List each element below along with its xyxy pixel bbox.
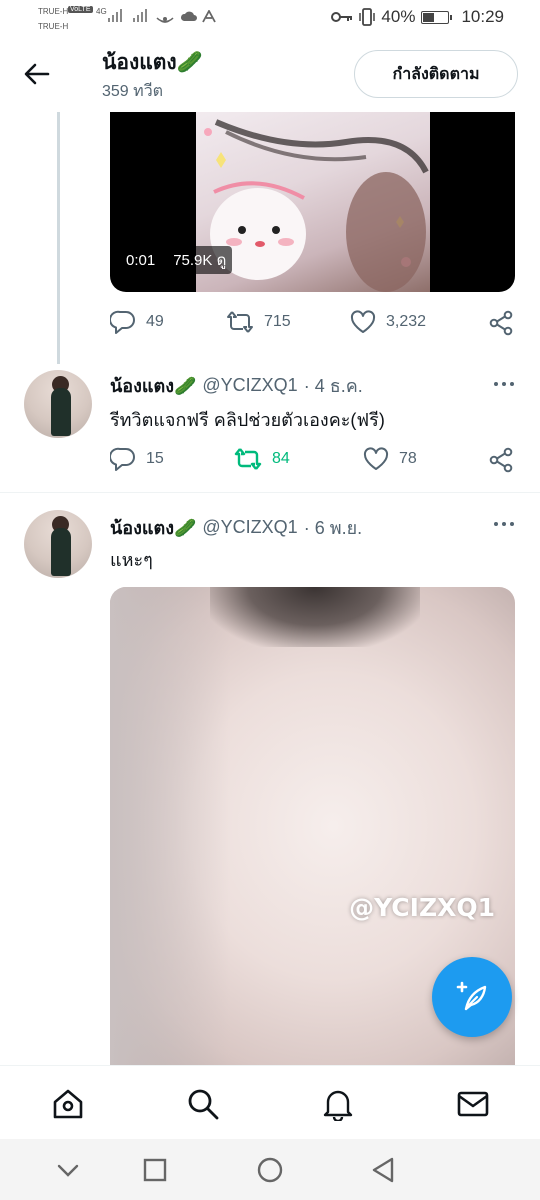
signal-icon	[108, 8, 122, 22]
more-button[interactable]	[494, 522, 514, 526]
photo-hair	[210, 587, 420, 647]
photo-shade	[110, 587, 230, 1065]
chevron-down-icon	[57, 1164, 79, 1177]
share-button[interactable]	[488, 310, 514, 340]
tweet-author-handle: @YCIZXQ1	[202, 517, 298, 537]
battery-icon	[421, 10, 453, 24]
battery-percent: 40%	[381, 7, 416, 26]
like-count: 78	[399, 450, 417, 467]
reply-icon	[110, 310, 135, 334]
status-right: 40% 10:29	[331, 7, 504, 27]
tweet-count: 359 ทวีต	[102, 83, 164, 100]
tweet-header: น้องแตง🥒 @YCIZXQ1 · 6 พ.ย.	[110, 513, 362, 542]
bottom-nav	[0, 1065, 540, 1139]
system-down-button[interactable]	[53, 1155, 83, 1185]
tweet-header: น้องแตง🥒 @YCIZXQ1 · 4 ธ.ค.	[110, 371, 363, 400]
retweet-count: 84	[272, 450, 290, 467]
tweet-1-actions: 15 84 78	[110, 447, 520, 477]
key-icon	[331, 12, 353, 22]
video-player[interactable]: 0:01 75.9K ดู	[110, 112, 515, 292]
nav-home[interactable]	[50, 1086, 86, 1122]
avatar[interactable]	[24, 510, 92, 578]
retweet-icon	[227, 311, 253, 333]
compose-button[interactable]	[432, 957, 512, 1037]
carrier-label-1: TRUE-H	[38, 7, 69, 16]
retweet-button-active[interactable]: 84	[234, 447, 290, 471]
reply-icon	[110, 447, 135, 471]
share-button[interactable]	[488, 447, 514, 477]
system-back-button[interactable]	[368, 1155, 398, 1185]
volte-badge: VoLTE	[68, 6, 93, 13]
tweet-author-handle: @YCIZXQ1	[202, 375, 298, 395]
heart-icon	[350, 310, 376, 333]
status-bar: TRUE-H VoLTE TRUE-H 4G 40% 10:29	[0, 0, 540, 36]
more-button[interactable]	[494, 382, 514, 386]
system-nav-bar	[0, 1139, 540, 1200]
nav-search[interactable]	[185, 1086, 221, 1122]
bell-icon	[323, 1090, 353, 1121]
home-icon	[53, 1089, 83, 1119]
tweet-author-name[interactable]: น้องแตง🥒	[110, 513, 196, 542]
arrow-left-icon	[24, 63, 50, 85]
video-tweet-actions: 49 715 3,232	[110, 310, 520, 340]
photo-watermark: @YCIZXQ1	[349, 893, 495, 922]
tweet-text: รีทวิตแจกฟรี คลิปช่วยตัวเองคะ(ฟรี)	[110, 410, 385, 430]
tweet-text: แหะๆ	[110, 550, 153, 570]
triangle-back-icon	[372, 1157, 394, 1183]
like-button[interactable]: 78	[363, 447, 417, 471]
like-count: 3,232	[386, 313, 427, 330]
reply-button[interactable]: 15	[110, 447, 164, 471]
retweet-button[interactable]: 715	[226, 310, 291, 334]
profile-name: น้องแตง🥒	[102, 51, 203, 74]
reply-count: 49	[146, 313, 164, 330]
font-icon	[202, 10, 216, 23]
tweet-author-name[interactable]: น้องแตง🥒	[110, 371, 196, 400]
compose-icon	[456, 981, 487, 1011]
avatar[interactable]	[24, 370, 92, 438]
mail-icon	[457, 1091, 489, 1117]
share-icon	[489, 310, 513, 336]
network-label: 4G	[96, 7, 107, 16]
share-icon	[489, 447, 513, 473]
retweet-count: 715	[264, 313, 291, 330]
hotspot-icon	[156, 17, 174, 23]
reply-count: 15	[146, 450, 164, 467]
vibrate-icon	[359, 8, 376, 26]
heart-icon	[363, 447, 389, 470]
profile-header: น้องแตง🥒 359 ทวีต กำลังติดตาม	[0, 36, 540, 112]
recents-icon	[143, 1158, 167, 1182]
video-views: 75.9K ดู	[167, 246, 233, 274]
search-icon	[188, 1089, 219, 1120]
following-button[interactable]: กำลังติดตาม	[354, 50, 518, 98]
cloud-icon	[180, 11, 197, 21]
system-home-button[interactable]	[255, 1155, 285, 1185]
back-button[interactable]	[22, 60, 52, 88]
clock: 10:29	[461, 7, 504, 26]
like-button[interactable]: 3,232	[350, 310, 426, 334]
signal-icon-2	[133, 8, 147, 22]
video-meta: 0:01 75.9K ดู	[126, 246, 233, 274]
nav-notifications[interactable]	[320, 1086, 356, 1122]
circle-home-icon	[257, 1157, 283, 1183]
tweet-date: · 6 พ.ย.	[303, 518, 363, 538]
nav-messages[interactable]	[455, 1086, 491, 1122]
reply-button[interactable]: 49	[110, 310, 164, 334]
tweet-divider	[0, 492, 540, 493]
carrier-label-2: TRUE-H	[38, 22, 69, 31]
video-duration: 0:01	[126, 251, 156, 269]
thread-line	[57, 112, 60, 364]
system-recents-button[interactable]	[140, 1155, 170, 1185]
tweet-date: · 4 ธ.ค.	[303, 376, 363, 396]
retweet-icon	[234, 448, 262, 470]
